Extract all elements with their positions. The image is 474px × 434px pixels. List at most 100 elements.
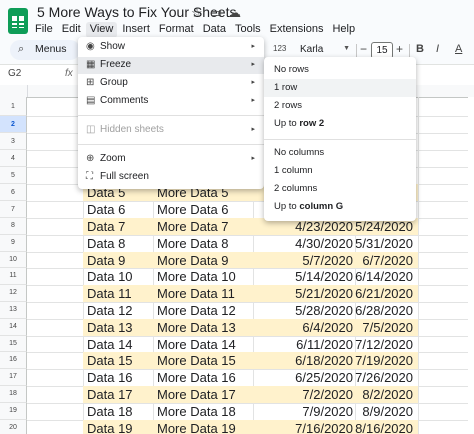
row-header[interactable]: 13 xyxy=(0,302,27,319)
freeze-up-to-column[interactable]: Up to column G xyxy=(264,198,416,216)
view-menu-show[interactable]: ◉ Show ▸ xyxy=(78,39,264,56)
row-header[interactable]: 14 xyxy=(0,318,27,336)
vertical-scrollbar[interactable] xyxy=(468,97,474,434)
increase-font-size-button[interactable]: + xyxy=(396,42,403,56)
menu-edit[interactable]: Edit xyxy=(58,22,85,38)
view-menu-group[interactable]: ⊞ Group ▸ xyxy=(78,75,264,92)
menu-extensions[interactable]: Extensions xyxy=(266,22,328,38)
menu-tools[interactable]: Tools xyxy=(231,22,265,38)
cell-end-date[interactable]: 6/28/2020 xyxy=(315,303,413,318)
menu-format[interactable]: Format xyxy=(155,22,198,38)
row-header[interactable]: 7 xyxy=(0,201,27,218)
row-header[interactable]: 10 xyxy=(0,251,27,269)
bold-button[interactable]: B xyxy=(416,43,424,55)
text-color-button[interactable]: A xyxy=(455,43,462,55)
cell-more-data[interactable]: More Data 9 xyxy=(157,253,229,268)
row-header[interactable]: 3 xyxy=(0,133,27,150)
cell-more-data[interactable]: More Data 13 xyxy=(157,320,236,335)
cell-more-data[interactable]: More Data 15 xyxy=(157,353,236,368)
freeze-up-to-row[interactable]: Up to row 2 xyxy=(264,115,416,133)
cell-end-date[interactable]: 5/31/2020 xyxy=(315,236,413,251)
menus-search-button[interactable]: ⌕ Menus xyxy=(10,40,80,60)
row-header[interactable]: 9 xyxy=(0,234,27,252)
row-header[interactable]: 6 xyxy=(0,184,27,201)
cell-data-label[interactable]: Data 7 xyxy=(87,219,125,234)
cell-end-date[interactable]: 7/12/2020 xyxy=(315,337,413,352)
font-selector[interactable]: Karla ▼ xyxy=(298,42,353,58)
freeze-2-columns[interactable]: 2 columns xyxy=(264,180,416,198)
cell-more-data[interactable]: More Data 6 xyxy=(157,202,229,217)
menu-insert[interactable]: Insert xyxy=(118,22,154,38)
cell-end-date[interactable]: 7/19/2020 xyxy=(315,353,413,368)
move-folder-icon[interactable]: ▭ xyxy=(210,5,222,21)
cell-more-data[interactable]: More Data 18 xyxy=(157,404,236,419)
cell-more-data[interactable]: More Data 19 xyxy=(157,421,236,434)
cell-more-data[interactable]: More Data 12 xyxy=(157,303,236,318)
cell-end-date[interactable]: 8/16/2020 xyxy=(315,421,413,434)
cell-data-label[interactable]: Data 18 xyxy=(87,404,133,419)
cell-more-data[interactable]: More Data 14 xyxy=(157,337,236,352)
cloud-status-icon[interactable]: ☁ xyxy=(228,5,241,21)
cell-data-label[interactable]: Data 8 xyxy=(87,236,125,251)
cell-data-label[interactable]: Data 13 xyxy=(87,320,133,335)
cell-more-data[interactable]: More Data 8 xyxy=(157,236,229,251)
cell-data-label[interactable]: Data 11 xyxy=(87,286,132,301)
cell-data-label[interactable]: Data 12 xyxy=(87,303,133,318)
row-header[interactable]: 11 xyxy=(0,268,27,286)
row-header[interactable]: 8 xyxy=(0,218,27,235)
freeze-no-rows[interactable]: No rows xyxy=(264,61,416,79)
row-header[interactable]: 19 xyxy=(0,402,27,420)
cell-data-label[interactable]: Data 19 xyxy=(87,421,133,434)
cell-data-label[interactable]: Data 10 xyxy=(87,269,133,284)
cell-data-label[interactable]: Data 16 xyxy=(87,370,133,385)
cell-data-label[interactable]: Data 15 xyxy=(87,353,133,368)
cell-end-date[interactable]: 8/2/2020 xyxy=(315,387,413,402)
cell-data-label[interactable]: Data 9 xyxy=(87,253,125,268)
select-all-corner[interactable] xyxy=(0,85,28,97)
row-header[interactable]: 17 xyxy=(0,369,27,386)
freeze-no-columns[interactable]: No columns xyxy=(264,144,416,162)
name-box[interactable]: G2 xyxy=(8,68,21,79)
cell-end-date[interactable]: 6/14/2020 xyxy=(315,269,413,284)
view-menu-zoom[interactable]: ⊕ Zoom ▸ xyxy=(78,151,264,168)
menu-view[interactable]: View xyxy=(85,22,118,38)
cell-more-data[interactable]: More Data 17 xyxy=(157,387,236,402)
cell-end-date[interactable]: 6/7/2020 xyxy=(315,253,413,268)
cell-more-data[interactable]: More Data 7 xyxy=(157,219,229,234)
cell-end-date[interactable]: 6/21/2020 xyxy=(315,286,413,301)
decrease-font-size-button[interactable]: − xyxy=(360,42,367,56)
italic-button[interactable]: I xyxy=(436,43,439,55)
cell-more-data[interactable]: More Data 16 xyxy=(157,370,236,385)
cell-more-data[interactable]: More Data 11 xyxy=(157,286,235,301)
row-header[interactable]: 5 xyxy=(0,167,27,184)
cell-data-label[interactable]: Data 17 xyxy=(87,387,133,402)
cell-end-date[interactable]: 7/5/2020 xyxy=(315,320,413,335)
row-header[interactable]: 1 xyxy=(0,97,27,116)
cell-end-date[interactable]: 8/9/2020 xyxy=(315,404,413,419)
row-header[interactable]: 4 xyxy=(0,150,27,167)
menu-file[interactable]: File xyxy=(31,22,57,38)
cell-end-date[interactable]: 5/24/2020 xyxy=(315,219,413,234)
column-header[interactable] xyxy=(28,85,83,97)
cell-data-label[interactable]: Data 6 xyxy=(87,202,125,217)
cell-end-date[interactable]: 7/26/2020 xyxy=(315,370,413,385)
row-header[interactable]: 16 xyxy=(0,352,27,370)
row-header[interactable]: 2 xyxy=(0,116,27,133)
menu-data[interactable]: Data xyxy=(199,22,230,38)
menu-help[interactable]: Help xyxy=(328,22,359,38)
freeze-2-rows[interactable]: 2 rows xyxy=(264,97,416,115)
freeze-1-row[interactable]: 1 row xyxy=(264,79,416,97)
number-format-button[interactable]: 123 xyxy=(273,44,286,53)
freeze-1-column[interactable]: 1 column xyxy=(264,162,416,180)
sheets-logo-icon[interactable] xyxy=(8,8,28,34)
view-menu-full-screen[interactable]: ⛶ Full screen xyxy=(78,169,264,186)
document-title[interactable]: 5 More Ways to Fix Your Sheets xyxy=(37,4,236,20)
row-header[interactable]: 18 xyxy=(0,386,27,403)
cell-data-label[interactable]: Data 14 xyxy=(87,337,133,352)
view-menu-freeze[interactable]: ▦ Freeze ▸ xyxy=(78,57,264,74)
star-icon[interactable]: ☆ xyxy=(191,5,203,21)
view-menu-comments[interactable]: ▤ Comments ▸ xyxy=(78,93,264,110)
cell-more-data[interactable]: More Data 10 xyxy=(157,269,236,284)
row-header[interactable]: 20 xyxy=(0,419,27,434)
row-header[interactable]: 15 xyxy=(0,335,27,353)
